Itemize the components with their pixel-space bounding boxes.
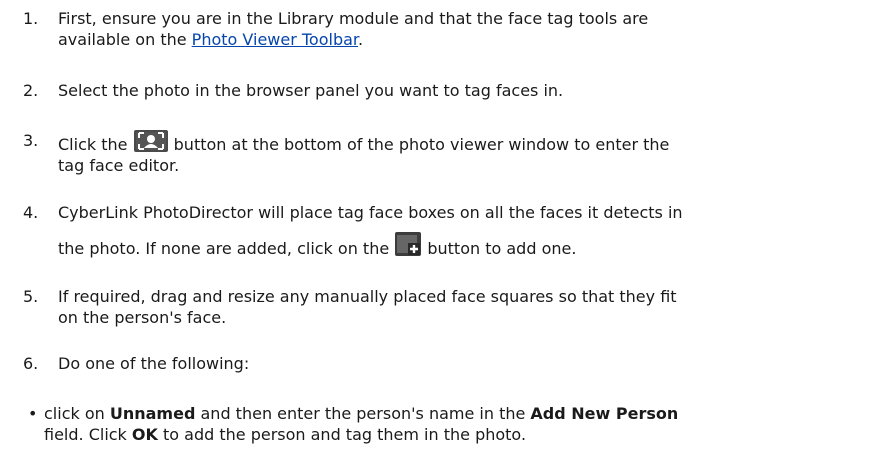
step-text: First, ensure you are in the Library mod… [58,9,649,28]
bullet-dot: • [28,404,38,423]
step-number: 4. [23,203,39,222]
step-text: on the person's face. [58,308,227,327]
tag-face-icon [133,130,168,152]
add-face-icon [395,232,422,256]
ok-label: OK [131,425,158,444]
step-text: Do one of the following: [58,354,250,373]
step-text: If required, drag and resize any manuall… [58,287,677,306]
step-number: 2. [23,81,39,100]
step-number: 6. [23,354,39,373]
step-number: 5. [23,287,39,306]
add-new-person-label: Add New Person [530,404,679,423]
unnamed-label: Unnamed [109,404,196,423]
step-number: 1. [23,9,39,28]
step-text: tag face editor. [58,156,180,175]
photo-viewer-toolbar-link[interactable]: Photo Viewer Toolbar [192,30,358,49]
step-text: CyberLink PhotoDirector will place tag f… [58,203,683,222]
help-document: 1. First, ensure you are in the Library … [0,0,875,457]
step-text: Select the photo in the browser panel yo… [58,81,564,100]
step-number: 3. [23,131,39,150]
